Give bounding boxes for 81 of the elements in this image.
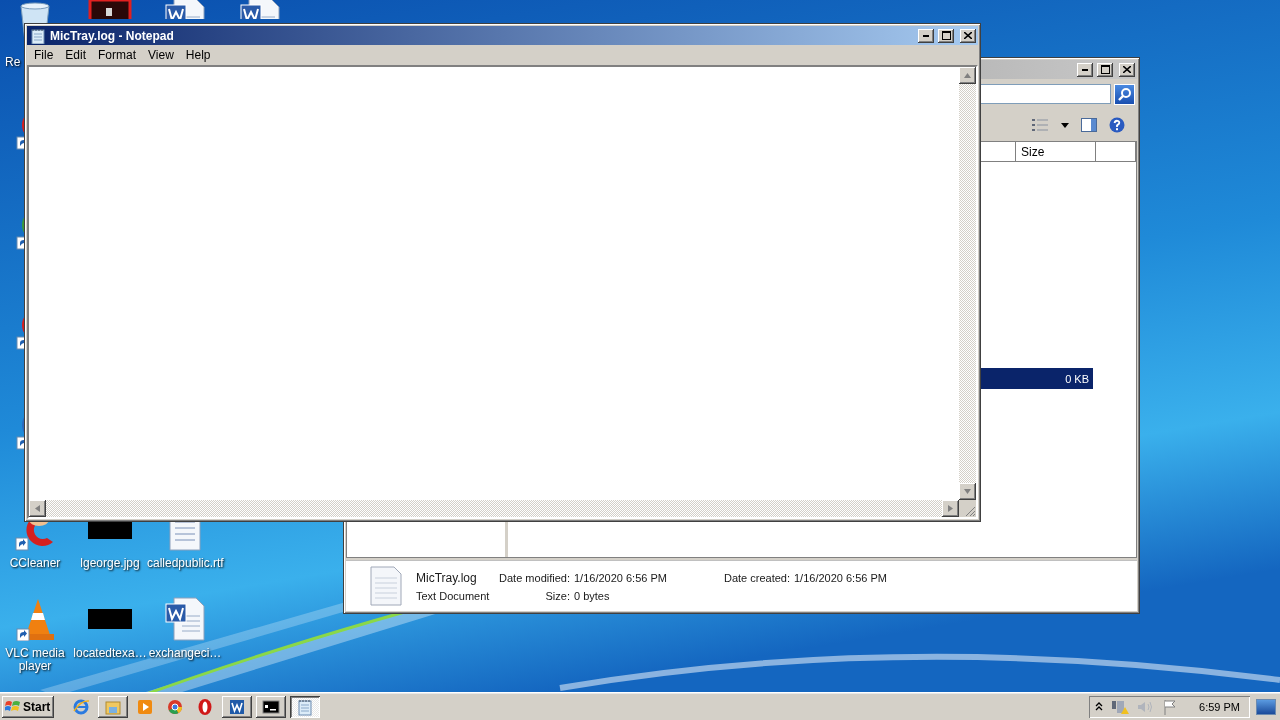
property-value: 1/16/2020 6:56 PM — [574, 571, 668, 584]
icon-label: Re — [5, 56, 21, 69]
vertical-scrollbar[interactable] — [959, 67, 976, 500]
word-document-icon — [165, 597, 205, 641]
traffic-cone-icon — [15, 597, 55, 641]
property-value: 1/16/2020 6:56 PM — [794, 571, 887, 584]
terminal-icon — [262, 697, 280, 716]
property-label: Date modified: — [498, 571, 570, 584]
maximize-icon — [941, 31, 951, 40]
window-title: MicTray.log - Notepad — [50, 28, 175, 43]
show-desktop-button[interactable] — [1256, 698, 1276, 715]
minimize-button[interactable] — [918, 28, 934, 43]
menu-item[interactable]: Edit — [59, 47, 93, 62]
minimize-icon — [1082, 68, 1088, 71]
network-warning-icon[interactable] — [1111, 698, 1130, 715]
browser-icon — [166, 697, 184, 716]
right-arrow-icon — [947, 505, 954, 512]
icon-label: exchangeci… — [148, 647, 222, 660]
taskbar-button[interactable] — [98, 695, 128, 718]
word-document-icon — [240, 0, 280, 19]
help-icon — [1109, 117, 1125, 133]
caret-icon — [1061, 122, 1069, 128]
close-icon — [964, 32, 972, 39]
word-document-icon — [165, 0, 205, 19]
maximize-icon — [1100, 65, 1110, 74]
up-arrow-icon — [964, 72, 971, 79]
search-button[interactable] — [1114, 83, 1135, 105]
taskbar-button[interactable] — [290, 695, 320, 718]
flag-icon[interactable] — [1163, 698, 1178, 715]
opera-icon — [196, 697, 214, 716]
word-icon — [228, 697, 246, 716]
search-icon — [1117, 87, 1132, 101]
preview-pane-button[interactable] — [1081, 118, 1097, 132]
menu-item[interactable]: View — [142, 47, 180, 62]
property-value: 0 bytes — [574, 589, 611, 602]
close-button[interactable] — [960, 28, 976, 43]
file-name: MicTray.log — [416, 570, 478, 585]
menu-item[interactable]: File — [28, 47, 60, 62]
start-button[interactable]: Start — [2, 695, 54, 718]
property-label: Date created: — [722, 571, 790, 584]
icon-label: VLC media player — [4, 647, 66, 673]
image-thumbnail — [88, 609, 132, 629]
list-view-icon — [1031, 118, 1049, 132]
left-arrow-icon — [34, 505, 41, 512]
view-button[interactable] — [1031, 118, 1049, 132]
preview-pane-icon — [1081, 118, 1097, 132]
menu-item[interactable]: Format — [92, 47, 143, 62]
media-player-icon — [136, 697, 154, 716]
column-header[interactable] — [979, 142, 1016, 162]
maximize-button[interactable] — [1097, 62, 1113, 77]
notepad-icon — [30, 27, 46, 44]
down-arrow-icon — [964, 488, 971, 495]
windows-flag-icon — [5, 699, 21, 714]
minimize-icon — [923, 34, 929, 37]
column-header[interactable]: Size — [1016, 142, 1096, 162]
column-header — [1096, 142, 1136, 162]
browser-icon — [72, 697, 90, 716]
size-grip-icon[interactable] — [964, 505, 976, 517]
minimize-button[interactable] — [1077, 62, 1093, 77]
menu-item[interactable]: Help — [179, 47, 217, 62]
icon-label: CCleaner — [9, 557, 61, 570]
close-icon — [1123, 66, 1131, 73]
icon-label: lgeorge.jpg — [80, 557, 140, 570]
maximize-button[interactable] — [938, 28, 954, 43]
close-button[interactable] — [1119, 62, 1135, 77]
file-type: Text Document — [416, 589, 491, 602]
taskbar-button[interactable] — [222, 695, 252, 718]
chevron-up-icon[interactable] — [1095, 701, 1104, 712]
notepad-icon — [296, 697, 314, 716]
taskbar-button[interactable] — [256, 695, 286, 718]
search-field[interactable] — [979, 84, 1111, 104]
clock[interactable]: 6:59 PM — [1199, 700, 1240, 713]
icon-label: locatedtexa… — [73, 647, 147, 660]
horizontal-scrollbar[interactable] — [29, 500, 959, 517]
help-button[interactable] — [1109, 117, 1125, 133]
app-icon — [88, 0, 132, 19]
icon-label: calledpublic.rtf — [147, 557, 223, 570]
file-row[interactable]: 0 KB — [980, 368, 1093, 389]
view-menu-button[interactable] — [1061, 122, 1069, 128]
property-label: Size: — [544, 589, 570, 602]
document-icon — [370, 566, 402, 606]
